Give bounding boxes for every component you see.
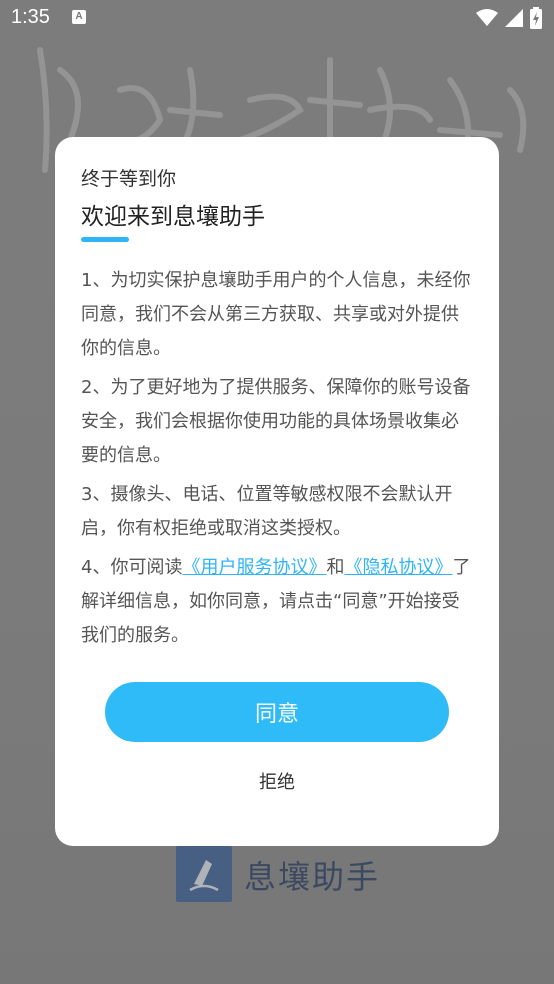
paragraph-1: 1、为切实保护息壤助手用户的个人信息，未经你同意，我们不会从第三方获取、共享或对… bbox=[81, 270, 471, 359]
dialog-body: 1、为切实保护息壤助手用户的个人信息，未经你同意，我们不会从第三方获取、共享或对… bbox=[81, 264, 476, 658]
agree-button[interactable]: 同意 bbox=[105, 682, 449, 742]
paragraph-4: 4、你可阅读《用户服务协议》和《隐私协议》了解详细信息，如你同意，请点击“同意”… bbox=[81, 551, 476, 653]
app-name: 息壤助手 bbox=[244, 858, 381, 896]
status-icons bbox=[476, 7, 542, 29]
pen-logo-icon bbox=[176, 846, 232, 902]
wifi-icon bbox=[476, 9, 498, 26]
a-icon: A bbox=[72, 10, 86, 24]
status-bar: 1:35 A bbox=[0, 0, 554, 36]
dialog-greeting: 终于等到你 bbox=[81, 168, 177, 190]
dialog-title: 欢迎来到息壤助手 bbox=[81, 204, 265, 230]
privacy-agreement-link[interactable]: 《隐私协议》 bbox=[344, 557, 452, 578]
paragraph-2: 2、为了更好地为了提供服务、保障你的账号设备安全，我们会根据你使用功能的具体场景… bbox=[81, 377, 471, 466]
battery-charging-icon bbox=[530, 7, 542, 29]
signal-icon bbox=[505, 9, 523, 27]
paragraph-4-prefix: 4、你可阅读 bbox=[81, 557, 183, 578]
reject-button[interactable]: 拒绝 bbox=[227, 764, 327, 798]
paragraph-3: 3、摄像头、电话、位置等敏感权限不会默认开启，你有权拒绝或取消这类授权。 bbox=[81, 484, 453, 539]
user-agreement-link[interactable]: 《用户服务协议》 bbox=[182, 557, 326, 578]
privacy-dialog: 终于等到你 欢迎来到息壤助手 1、为切实保护息壤助手用户的个人信息，未经你同意，… bbox=[55, 137, 499, 846]
title-underline bbox=[81, 237, 129, 242]
paragraph-4-and: 和 bbox=[326, 557, 345, 578]
status-time: 1:35 bbox=[11, 6, 50, 28]
